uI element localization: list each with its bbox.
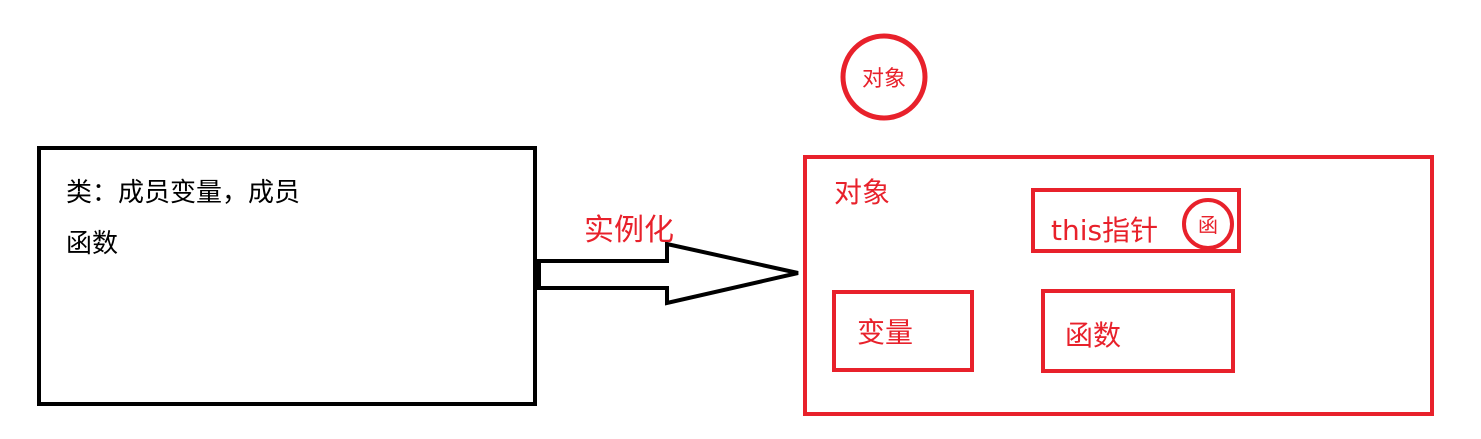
function-box-label: 函数 bbox=[1065, 319, 1121, 352]
this-function-circle-label: 函 bbox=[1198, 213, 1218, 237]
class-box-line-2: 函数 bbox=[66, 229, 118, 259]
variable-box-label: 变量 bbox=[857, 316, 913, 349]
class-box-line-1: 类：成员变量，成员 bbox=[66, 178, 300, 208]
object-box bbox=[803, 155, 1434, 416]
this-pointer-label: this指针 bbox=[1051, 214, 1158, 247]
object-circle-label: 对象 bbox=[862, 67, 906, 92]
class-instantiation-diagram: 类：成员变量，成员 函数 实例化 对象 对象 this指针 函 变量 函数 bbox=[37, 33, 1434, 416]
object-box-title: 对象 bbox=[834, 176, 890, 209]
instantiation-label: 实例化 bbox=[584, 213, 674, 248]
instantiation-arrow bbox=[537, 241, 799, 306]
